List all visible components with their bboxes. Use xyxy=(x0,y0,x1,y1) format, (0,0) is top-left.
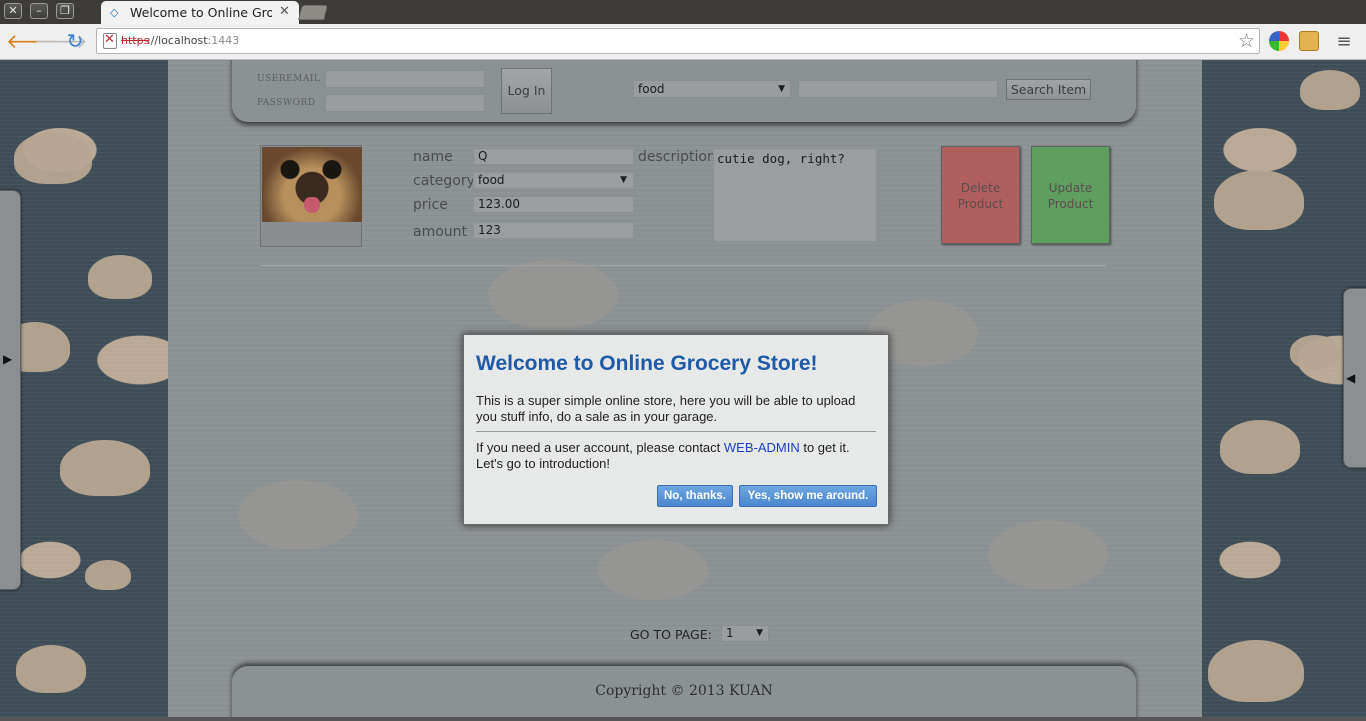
product-category-select[interactable]: food ▼ xyxy=(473,172,634,189)
header-panel: USEREMAIL PASSWORD Log In food ▼ Search … xyxy=(232,60,1136,122)
bg-cloud xyxy=(238,480,358,550)
bookmark-star-icon[interactable]: ☆ xyxy=(1238,30,1255,52)
bg-cloud xyxy=(1214,170,1304,230)
forward-arrow-icon[interactable]: 🡒 xyxy=(34,29,88,53)
address-bar[interactable]: https ://localhost:1443 ☆ xyxy=(96,28,1260,54)
bg-cloud xyxy=(988,520,1108,590)
page-viewport: USEREMAIL PASSWORD Log In food ▼ Search … xyxy=(0,60,1366,721)
bg-cloud xyxy=(14,132,92,184)
email-label: USEREMAIL xyxy=(257,74,321,84)
browser-toolbar: 🡐 🡒 ↻ https ://localhost:1443 ☆ ≡ xyxy=(0,24,1366,60)
contact-text-before: If you need a user account, please conta… xyxy=(476,440,724,455)
password-input[interactable] xyxy=(325,94,485,112)
dialog-title: Welcome to Online Grocery Store! xyxy=(476,352,818,375)
description-label: description xyxy=(638,149,716,165)
pug-photo xyxy=(262,147,362,222)
copyright-text: Copyright © 2013 KUAN xyxy=(595,683,773,699)
url-host: ://localhost:1443 xyxy=(147,34,239,47)
window-titlebar: ✕ – ❐ ◇ Welcome to Online Groce ✕ xyxy=(0,0,1366,24)
bg-cloud xyxy=(85,560,131,590)
price-input[interactable]: 123.00 xyxy=(473,196,634,213)
chevron-down-icon: ▼ xyxy=(620,175,627,185)
bg-cloud xyxy=(1220,420,1300,474)
amount-label: amount xyxy=(413,224,468,240)
status-strip xyxy=(0,717,1366,721)
search-button[interactable]: Search Item xyxy=(1006,79,1091,100)
insecure-lock-icon xyxy=(103,32,117,49)
reload-icon[interactable]: ↻ xyxy=(63,29,87,53)
arrow-left-icon: ◀ xyxy=(1346,371,1356,385)
page-select[interactable]: 1 ▼ xyxy=(721,625,769,642)
bg-cloud xyxy=(598,540,708,600)
delete-product-button[interactable]: Delete Product xyxy=(941,146,1020,244)
amount-input[interactable]: 123 xyxy=(473,222,634,239)
page-favicon-icon: ◇ xyxy=(110,6,119,19)
password-label: PASSWORD xyxy=(257,98,316,108)
no-thanks-button[interactable]: No, thanks. xyxy=(657,485,733,507)
price-label: price xyxy=(413,197,448,213)
bg-cloud xyxy=(16,645,86,693)
product-category-value: food xyxy=(478,173,505,187)
chevron-down-icon: ▼ xyxy=(756,628,763,638)
arrow-right-icon: ▶ xyxy=(3,352,13,366)
description-textarea[interactable]: cutie dog, right? xyxy=(713,148,877,242)
bg-cloud xyxy=(60,440,150,496)
tab-close-icon[interactable]: ✕ xyxy=(279,4,290,19)
extension-folder-icon[interactable] xyxy=(1299,31,1319,51)
name-label: name xyxy=(413,149,453,165)
contact-text-after: to get it. xyxy=(799,440,850,455)
goto-page-label: GO TO PAGE: xyxy=(630,627,712,642)
bg-cloud xyxy=(88,255,152,299)
bg-cloud xyxy=(1208,640,1304,702)
bg-cloud xyxy=(1300,70,1360,110)
welcome-dialog: Welcome to Online Grocery Store! This is… xyxy=(463,334,889,525)
url-scheme: https xyxy=(121,34,150,47)
extension-color-icon[interactable] xyxy=(1269,31,1289,51)
page-select-value: 1 xyxy=(726,626,734,640)
footer-panel: Copyright © 2013 KUAN xyxy=(232,666,1136,721)
window-close-icon[interactable]: ✕ xyxy=(4,3,22,19)
update-product-button[interactable]: Update Product xyxy=(1031,146,1110,244)
bg-cloud xyxy=(488,260,618,330)
chevron-down-icon: ▼ xyxy=(778,84,785,94)
tab-title: Welcome to Online Groce xyxy=(130,5,272,20)
window-minimize-icon[interactable]: – xyxy=(30,3,48,19)
category-select-value: food xyxy=(638,82,665,96)
url-hostname: localhost xyxy=(158,34,208,47)
category-select[interactable]: food ▼ xyxy=(633,80,791,98)
new-tab-button[interactable] xyxy=(298,5,328,20)
dialog-divider xyxy=(476,431,876,432)
right-panel-handle[interactable]: ◀ xyxy=(1343,288,1366,468)
url-port: :1443 xyxy=(207,34,240,47)
web-admin-link[interactable]: WEB-ADMIN xyxy=(724,440,800,455)
back-arrow-icon[interactable]: 🡐 xyxy=(6,29,60,53)
product-image xyxy=(260,145,362,247)
left-panel-handle[interactable]: ▶ xyxy=(0,190,21,590)
category-label: category xyxy=(413,173,475,189)
login-button[interactable]: Log In xyxy=(501,68,552,114)
dialog-contact-text: If you need a user account, please conta… xyxy=(476,440,876,456)
browser-menu-icon[interactable]: ≡ xyxy=(1332,30,1356,54)
email-input[interactable] xyxy=(325,70,485,88)
search-input[interactable] xyxy=(798,80,998,98)
show-around-button[interactable]: Yes, show me around. xyxy=(739,485,877,507)
dialog-intro-prompt: Let's go to introduction! xyxy=(476,456,611,471)
divider xyxy=(260,265,1106,266)
url-separator: :// xyxy=(147,34,159,47)
dialog-intro-text: This is a super simple online store, her… xyxy=(476,393,856,424)
name-input[interactable]: Q xyxy=(473,148,634,165)
browser-tab[interactable]: ◇ Welcome to Online Groce ✕ xyxy=(101,1,299,24)
bg-cloud xyxy=(1290,335,1340,369)
window-maximize-icon[interactable]: ❐ xyxy=(56,3,74,19)
